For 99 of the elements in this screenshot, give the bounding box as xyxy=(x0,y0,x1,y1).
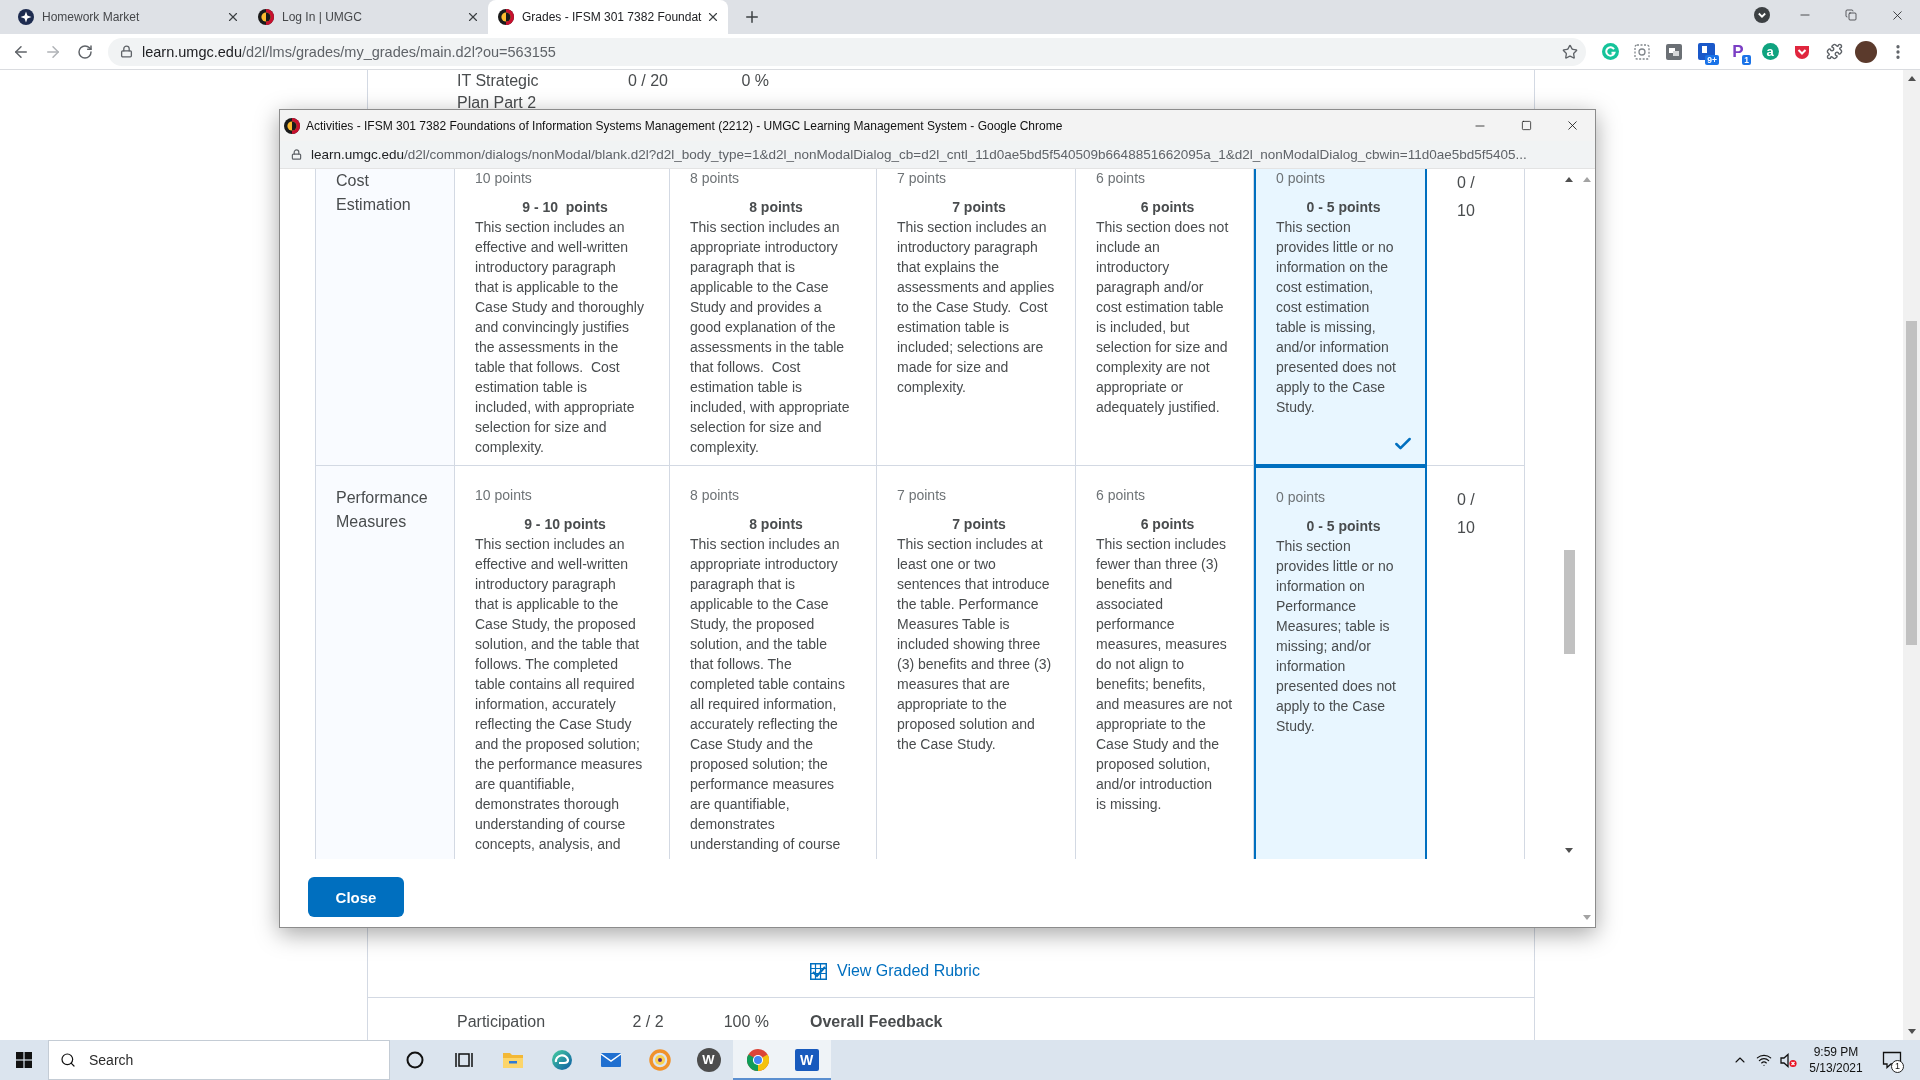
level-score-range: 7 points xyxy=(952,515,1006,534)
profile-avatar[interactable] xyxy=(1855,40,1877,63)
level-description: This section includes at least one or two sentences that introduce the table. Performance Measures Table is included showing three (3) benefits and three (3) measures that are appropriate to the proposed solution and the Case Study. xyxy=(897,535,1052,754)
grade-item-name: IT Strategic Plan Part 2 xyxy=(457,71,540,113)
rubric-grid-icon xyxy=(810,962,827,980)
level-points: 7 points xyxy=(897,169,947,187)
clock-date[interactable]: 5/13/2021 xyxy=(1809,1060,1863,1076)
level-score-range: 9 - 10 points xyxy=(524,515,606,534)
scroll-up-icon[interactable] xyxy=(1907,76,1916,81)
level-score-range: 0 - 5 points xyxy=(1306,198,1381,217)
scrollbar-thumb[interactable] xyxy=(1906,321,1917,645)
close-icon[interactable] xyxy=(706,10,720,24)
ring-favicon-icon xyxy=(284,117,300,134)
ring-favicon-icon xyxy=(258,9,274,25)
extension-logo-letter[interactable]: P xyxy=(1732,42,1744,61)
grade-item-name: Participation xyxy=(457,1012,546,1032)
folder-icon xyxy=(501,1051,524,1069)
ring-logo-icon xyxy=(648,1049,671,1071)
taskbar-app-button[interactable]: W xyxy=(782,1040,831,1080)
criterion-name: Cost Estimation xyxy=(336,171,412,215)
close-button[interactable]: Close xyxy=(308,877,404,917)
level-points: 7 points xyxy=(897,486,947,504)
level-points: 6 points xyxy=(1096,169,1146,187)
level-description: This section includes an appropriate introductory paragraph that is applicable to the Case Study, the proposed solution, and the table that follows. The completed table contains all required information, accurately reflecting the Case Study and the proposed solution; the performance measures are quantifiable, demonstrates understanding of course xyxy=(690,535,845,854)
letter-logo: W xyxy=(696,1048,721,1072)
level-points: 8 points xyxy=(690,169,740,187)
popup-url: learn.umgc.edu/d2l/common/dialogs/nonModal/blank.d2l?d2l_body_type=1&d2l_nonModalDialog_cb=d2l_cntl_11d0ae5bd5f540509b6648851662095a_1&d2l_nonModalDialog_cbwin=11d0ae5bd5f5405... xyxy=(311,147,1527,162)
scroll-up-icon[interactable] xyxy=(1565,177,1573,182)
level-score-range: 0 - 5 points xyxy=(1306,517,1381,536)
criterion-name: Performance Measures xyxy=(336,488,429,532)
star-favicon-icon xyxy=(18,9,34,25)
notification-count: 1 xyxy=(1891,1060,1904,1073)
extension-count: 1 xyxy=(1742,54,1751,65)
letter-tile-logo: W xyxy=(794,1049,819,1071)
search-field[interactable]: Search xyxy=(48,1040,390,1080)
lock-icon xyxy=(120,45,133,58)
level-description: This section includes an introductory paragraph that explains the assessments and applies to the Case Study. Cost estimation table is included; selections are made for size and complexity. xyxy=(897,218,1055,397)
grade-weight: 0 % xyxy=(741,71,769,91)
start-icon[interactable] xyxy=(16,1052,32,1068)
dashed-square-icon[interactable] xyxy=(1634,43,1650,60)
wave-logo-icon xyxy=(550,1049,573,1071)
ring-favicon-icon xyxy=(498,9,514,25)
task-view-icon xyxy=(453,1051,474,1069)
grade-weight: 100 % xyxy=(723,1012,769,1032)
level-points: 0 points xyxy=(1276,488,1326,506)
muted-speaker-icon[interactable] xyxy=(1779,1052,1797,1068)
feedback-heading: Overall Feedback xyxy=(810,1012,943,1032)
window-title: Activities - IFSM 301 7382 Foundations of Information Systems Management (2212) - UMGC Learning Management System - Google Chrome xyxy=(306,118,1063,133)
browser-tab[interactable]: Grades - IFSM 301 7382 Foundat xyxy=(488,0,728,34)
browser-tab[interactable]: Homework Market xyxy=(8,0,248,34)
extension-count: 9+ xyxy=(1705,54,1719,65)
view-graded-rubric-link[interactable]: View Graded Rubric xyxy=(810,960,980,982)
circle-icon xyxy=(405,1051,424,1069)
level-description: This section does not include an introductory paragraph and/or cost estimation table is included, but selection for size and complexity are not appropriate or adequately justified. xyxy=(1096,218,1229,417)
level-description: This section includes an effective and well-written introductory paragraph that is applicable to the Case Study and thoroughly and convincingly justifies the assessments in the table that follows. Cost estimation table is included, with appropriate selection for size and complexity. xyxy=(475,218,644,457)
restore-icon[interactable] xyxy=(1845,9,1857,21)
level-score-range: 8 points xyxy=(749,198,803,217)
level-points: 10 points xyxy=(475,486,532,504)
puzzle-icon[interactable] xyxy=(1825,43,1843,60)
scrollbar-thumb[interactable] xyxy=(1563,550,1575,654)
envelope-icon xyxy=(599,1052,622,1068)
level-points: 8 points xyxy=(690,486,740,504)
maximize-icon[interactable] xyxy=(1520,120,1532,131)
new-tab-icon[interactable] xyxy=(743,8,761,26)
grade-points: 2 / 2 xyxy=(632,1012,664,1032)
address-bar[interactable]: learn.umgc.edu/d2l/lms/grades/my_grades/main.d2l?ou=563155 xyxy=(108,37,1586,66)
level-description: This section includes fewer than three (3) benefits and associated performance measures, measures do not align to benefits; benefits, and measures are not appropriate to the Case Study and the proposed solution, and/or introduction is missing. xyxy=(1096,535,1233,814)
scroll-down-icon[interactable] xyxy=(1907,1029,1916,1034)
level-description: This section includes an appropriate introductory paragraph that is applicable to the Case Study and provides a good explanation of the assessments in the table that follows. Cost estimation table is included, with appropriate selection for size and complexity. xyxy=(690,218,850,457)
level-score-range: 9 - 10 points xyxy=(522,198,608,217)
level-description: This section provides little or no information on Performance Measures; table is missing; and/or information presented does not apply to the Case Study. xyxy=(1276,537,1396,736)
level-points: 6 points xyxy=(1096,486,1146,504)
browser-tab[interactable]: Log In | UMGC xyxy=(248,0,488,34)
level-score-range: 8 points xyxy=(749,515,803,534)
scroll-down-icon[interactable] xyxy=(1565,848,1573,853)
wifi-icon[interactable] xyxy=(1756,1052,1772,1068)
lock-icon xyxy=(291,149,302,160)
shield-icon[interactable] xyxy=(1794,43,1810,60)
reload-icon[interactable] xyxy=(77,43,93,60)
image-tile-icon[interactable] xyxy=(1666,43,1682,60)
notification-icon[interactable] xyxy=(1882,1051,1902,1069)
clock-time[interactable]: 9:59 PM xyxy=(1813,1044,1859,1060)
grade-points: 0 / 20 xyxy=(628,71,668,91)
level-description: This section provides little or no information on the cost estimation, cost estimation table is missing, and/or information presented does not apply to the Case Study. xyxy=(1276,218,1396,417)
criterion-score: 0 / 10 xyxy=(1457,173,1476,221)
criterion-score: 0 / 10 xyxy=(1457,490,1476,538)
bookmark-star-icon[interactable] xyxy=(1562,43,1578,60)
close-icon[interactable] xyxy=(466,10,480,24)
taskbar-app-button[interactable]: W xyxy=(684,1040,733,1080)
segmented-circle-icon xyxy=(746,1049,769,1071)
level-description: This section includes an effective and well-written introductory paragraph that is applicable to the Case Study, the proposed solution, and the table that follows. The completed table contains all required information, accurately reflecting the Case Study and the proposed solution; the performance measures are quantifiable, demonstrates thorough understanding of course concepts, analysis, and xyxy=(475,535,643,854)
level-score-range: 6 points xyxy=(1140,198,1195,217)
close-icon[interactable] xyxy=(226,10,240,24)
level-score-range: 7 points xyxy=(952,198,1006,217)
search-icon xyxy=(60,1052,76,1068)
level-points: 10 points xyxy=(475,169,532,187)
level-score-range: 6 points xyxy=(1140,515,1195,534)
level-points: 0 points xyxy=(1276,169,1326,187)
caret-circle-icon[interactable] xyxy=(1754,7,1770,23)
